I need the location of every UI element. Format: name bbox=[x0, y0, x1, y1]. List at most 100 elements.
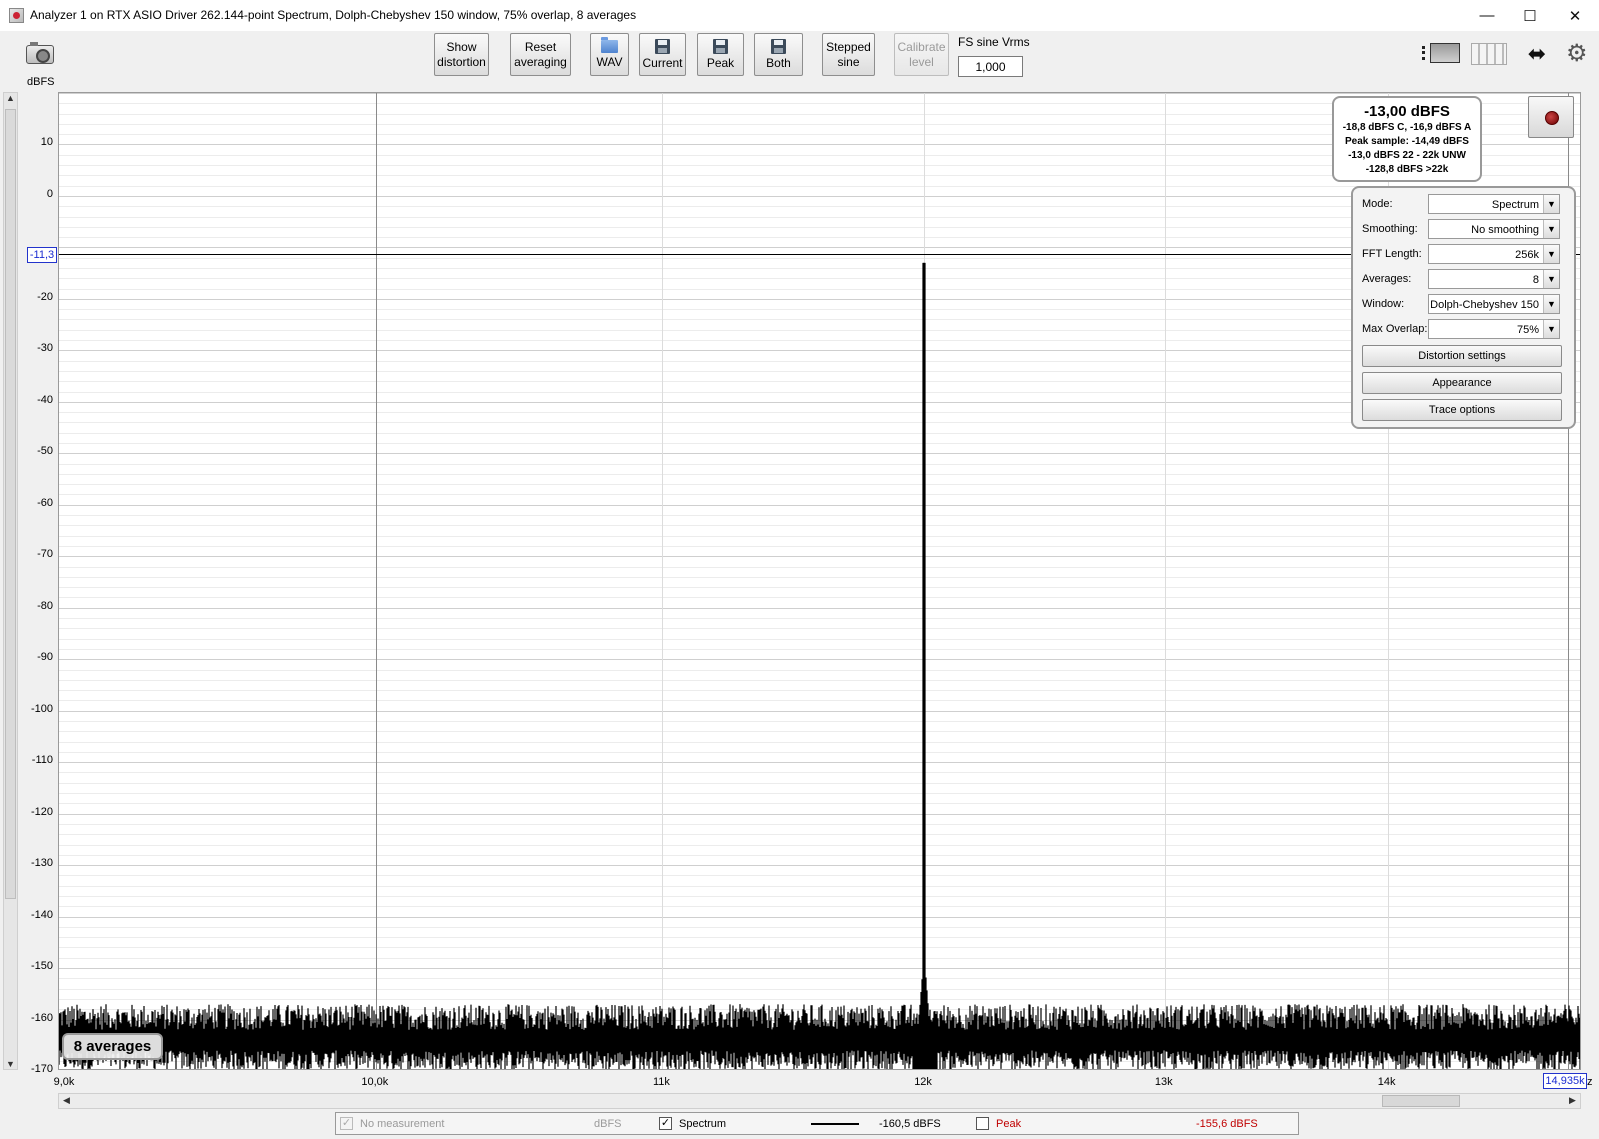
averages-label: Averages: bbox=[1362, 273, 1412, 285]
save-current-button[interactable]: Current bbox=[639, 33, 686, 76]
fft-length-label: FFT Length: bbox=[1362, 248, 1422, 260]
spectrum-legend-label: Spectrum bbox=[679, 1118, 727, 1130]
stepped-sine-label-2: sine bbox=[837, 54, 860, 69]
both-label: Both bbox=[766, 55, 791, 70]
calibrate-level-label-1: Calibrate bbox=[897, 39, 946, 54]
x-tick-label: 11k bbox=[652, 1076, 670, 1088]
x-tick-label: 12k bbox=[914, 1076, 932, 1088]
save-icon bbox=[655, 38, 670, 54]
fs-sine-vrms-input[interactable] bbox=[958, 56, 1023, 77]
max-overlap-value: 75% bbox=[1516, 324, 1539, 336]
folder-icon bbox=[601, 36, 618, 53]
stepped-sine-label-1: Stepped bbox=[826, 39, 871, 54]
vertical-scrollbar[interactable]: ▲ ▼ bbox=[3, 92, 18, 1070]
level-readout-line: -18,8 dBFS C, -16,9 dBFS A bbox=[1342, 122, 1472, 133]
scroll-up-icon[interactable]: ▲ bbox=[4, 93, 17, 103]
minimize-button[interactable]: — bbox=[1464, 0, 1510, 31]
reset-averaging-label-1: Reset bbox=[524, 39, 557, 54]
horizontal-scrollbar[interactable]: ◀ ▶ bbox=[58, 1093, 1581, 1109]
fit-to-window-icon[interactable]: ⬌ bbox=[1519, 40, 1555, 68]
window-value: Dolph-Chebyshev 150 bbox=[1430, 299, 1539, 311]
scroll-left-icon[interactable]: ◀ bbox=[60, 1095, 73, 1106]
scroll-right-icon[interactable]: ▶ bbox=[1566, 1095, 1579, 1106]
smoothing-label: Smoothing: bbox=[1362, 223, 1418, 235]
y-tick-label: -160 bbox=[30, 1011, 53, 1024]
save-icon bbox=[713, 38, 728, 54]
wav-button[interactable]: WAV bbox=[590, 33, 629, 76]
y-tick-label: -80 bbox=[37, 599, 53, 612]
distortion-settings-button[interactable]: Distortion settings bbox=[1362, 345, 1562, 367]
y-tick-label: -110 bbox=[31, 754, 53, 767]
level-readout-main: -13,00 dBFS bbox=[1364, 103, 1450, 120]
chevron-down-icon[interactable]: ▼ bbox=[1543, 320, 1559, 338]
y-tick-label: -20 bbox=[37, 290, 53, 303]
peak-legend-label: Peak bbox=[996, 1118, 1022, 1130]
y-tick-label: -90 bbox=[37, 651, 53, 664]
level-readout: -13,00 dBFS -18,8 dBFS C, -16,9 dBFS A P… bbox=[1332, 96, 1482, 182]
level-readout-line: -128,8 dBFS >22k bbox=[1365, 164, 1449, 175]
max-overlap-select[interactable]: 75% ▼ bbox=[1428, 319, 1560, 339]
chevron-down-icon[interactable]: ▼ bbox=[1543, 245, 1559, 263]
y-tick-label: -70 bbox=[37, 548, 53, 561]
smoothing-select[interactable]: No smoothing ▼ bbox=[1428, 219, 1560, 239]
y-tick-label: -170 bbox=[30, 1063, 53, 1075]
x-tick-label: 10,0k bbox=[361, 1076, 389, 1088]
columns-icon[interactable] bbox=[1471, 43, 1507, 65]
x-axis-end-marker[interactable]: 14,935k bbox=[1543, 1073, 1587, 1089]
x-axis-unit-tail: z bbox=[1587, 1076, 1593, 1088]
x-tick-label: 9,0k bbox=[53, 1076, 75, 1088]
window-title: Analyzer 1 on RTX ASIO Driver 262.144-po… bbox=[30, 8, 637, 22]
averages-row: Averages: 8 ▼ bbox=[1362, 269, 1567, 289]
window-select[interactable]: Dolph-Chebyshev 150 ▼ bbox=[1428, 294, 1560, 314]
peak-checkbox[interactable] bbox=[976, 1117, 989, 1130]
fs-sine-vrms-label: FS sine Vrms bbox=[958, 35, 1030, 49]
reset-averaging-button[interactable]: Reset averaging bbox=[510, 33, 571, 76]
fft-length-row: FFT Length: 256k ▼ bbox=[1362, 244, 1567, 264]
wav-label: WAV bbox=[596, 54, 623, 69]
y-tick-label: -100 bbox=[30, 702, 53, 715]
x-tick-label: 14k bbox=[1377, 1076, 1396, 1088]
show-distortion-button[interactable]: Show distortion bbox=[434, 33, 489, 76]
record-button[interactable] bbox=[1528, 96, 1574, 138]
no-measurement-unit: dBFS bbox=[594, 1118, 622, 1130]
stepped-sine-button[interactable]: Stepped sine bbox=[822, 33, 875, 76]
max-overlap-row: Max Overlap: 75% ▼ bbox=[1362, 319, 1567, 339]
chevron-down-icon[interactable]: ▼ bbox=[1543, 220, 1559, 238]
close-button[interactable]: ✕ bbox=[1552, 0, 1598, 31]
reset-averaging-label-2: averaging bbox=[514, 54, 567, 69]
layout-icon[interactable] bbox=[1422, 42, 1460, 66]
trace-options-button[interactable]: Trace options bbox=[1362, 399, 1562, 421]
spectrum-checkbox[interactable]: ✓ bbox=[659, 1117, 672, 1130]
gear-icon[interactable]: ⚙ bbox=[1566, 42, 1590, 66]
x-tick-label: 13k bbox=[1154, 1076, 1173, 1088]
mode-row: Mode: Spectrum ▼ bbox=[1362, 194, 1567, 214]
camera-icon[interactable] bbox=[26, 42, 54, 64]
calibrate-level-button: Calibrate level bbox=[894, 33, 949, 76]
reference-level-marker[interactable]: -11,3 bbox=[27, 247, 57, 263]
show-distortion-label-1: Show bbox=[446, 39, 477, 54]
chevron-down-icon[interactable]: ▼ bbox=[1543, 195, 1559, 213]
horizontal-scroll-thumb[interactable] bbox=[1382, 1095, 1460, 1107]
spectrum-line-swatch bbox=[811, 1123, 859, 1125]
save-both-button[interactable]: Both bbox=[754, 33, 803, 76]
chevron-down-icon[interactable]: ▼ bbox=[1543, 295, 1559, 313]
y-tick-label: -40 bbox=[37, 393, 53, 406]
mode-value: Spectrum bbox=[1491, 199, 1539, 211]
y-tick-label: -30 bbox=[37, 342, 53, 355]
app-icon bbox=[9, 8, 24, 23]
y-axis-unit: dBFS bbox=[27, 76, 55, 88]
mode-select[interactable]: Spectrum ▼ bbox=[1428, 194, 1560, 214]
fft-length-select[interactable]: 256k ▼ bbox=[1428, 244, 1560, 264]
y-tick-label: -120 bbox=[30, 805, 53, 818]
y-tick-label: -60 bbox=[37, 496, 53, 509]
maximize-button[interactable]: ☐ bbox=[1507, 0, 1553, 31]
save-peak-button[interactable]: Peak bbox=[697, 33, 744, 76]
y-tick-label: -50 bbox=[37, 445, 53, 458]
trace-legend: ✓ No measurement dBFS ✓ Spectrum -160,5 … bbox=[335, 1112, 1299, 1135]
appearance-button[interactable]: Appearance bbox=[1362, 372, 1562, 394]
spectrum-legend-value: -160,5 dBFS bbox=[879, 1118, 941, 1130]
title-bar: Analyzer 1 on RTX ASIO Driver 262.144-po… bbox=[0, 0, 1599, 31]
averages-select[interactable]: 8 ▼ bbox=[1428, 269, 1560, 289]
chevron-down-icon[interactable]: ▼ bbox=[1543, 270, 1559, 288]
no-measurement-checkbox: ✓ bbox=[340, 1117, 353, 1130]
